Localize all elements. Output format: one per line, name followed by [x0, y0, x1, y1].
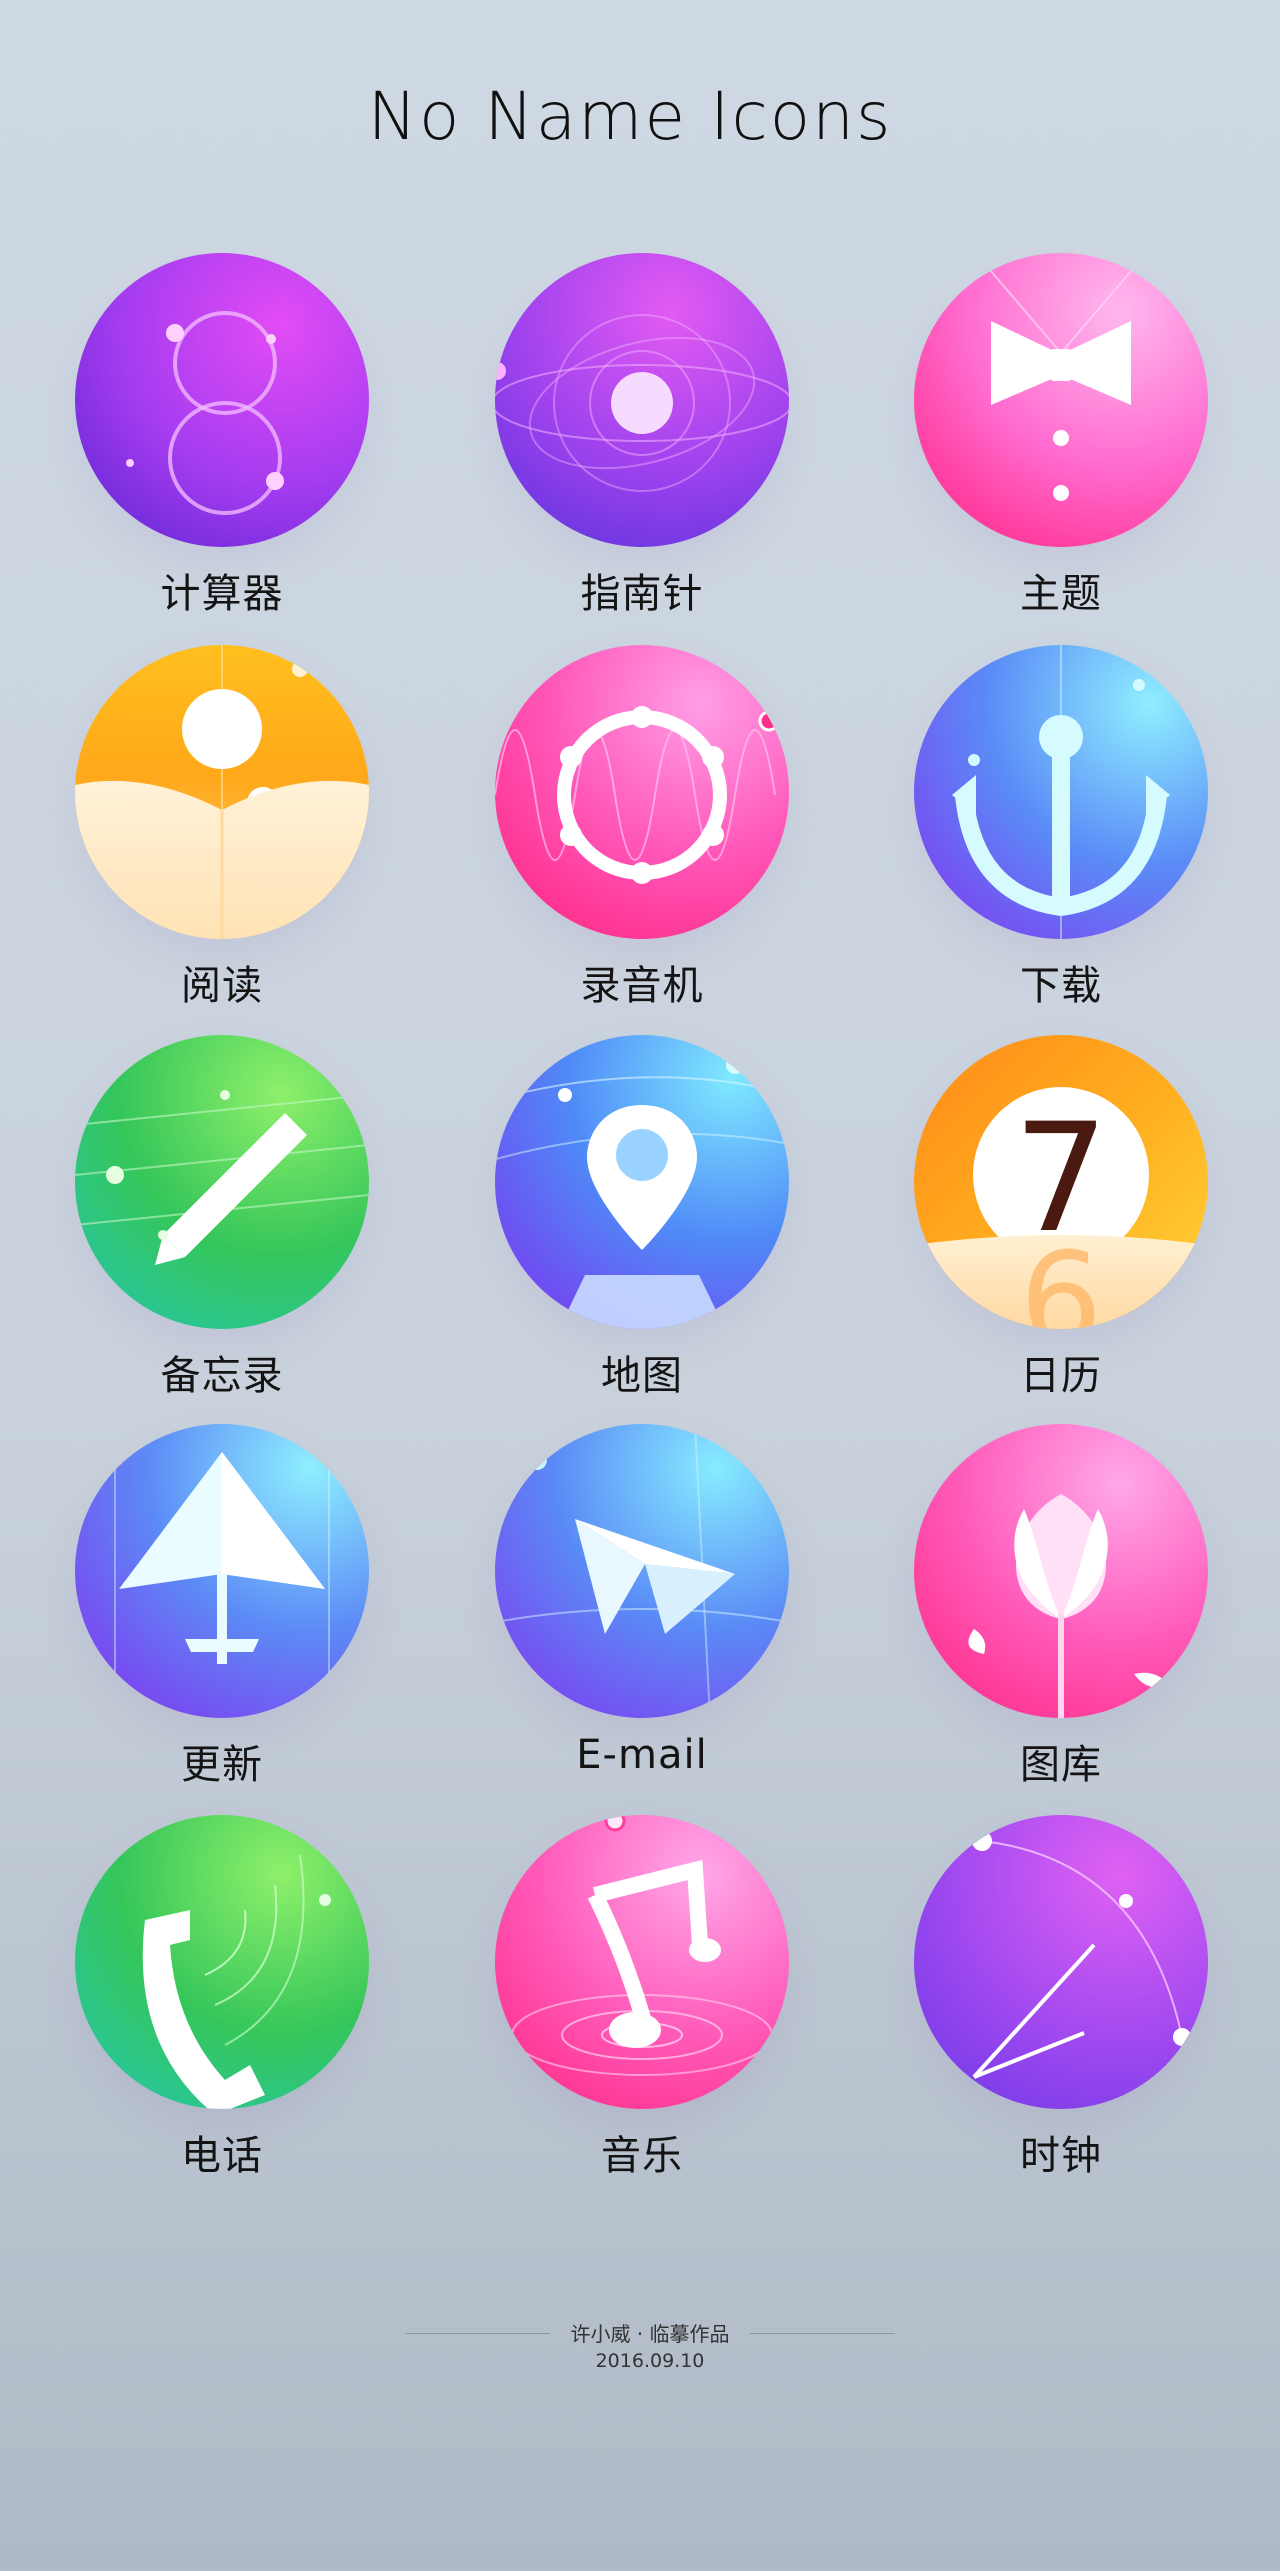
- music-note-icon[interactable]: [495, 1815, 789, 2109]
- compass-icon[interactable]: [495, 253, 789, 547]
- app-download[interactable]: 下载: [914, 645, 1214, 1025]
- reading-label: 阅读: [181, 963, 263, 1009]
- map-label: 地图: [601, 1353, 683, 1399]
- app-recorder[interactable]: 录音机: [495, 645, 795, 1025]
- gallery-flower-icon[interactable]: [914, 1424, 1208, 1718]
- phone-icon[interactable]: [75, 1815, 369, 2109]
- app-clock[interactable]: 时钟: [914, 1815, 1214, 2195]
- app-memo[interactable]: 备忘录: [75, 1035, 375, 1415]
- download-label: 下载: [1020, 963, 1102, 1009]
- email-label: E-mail: [576, 1732, 708, 1778]
- recorder-icon[interactable]: [495, 645, 789, 939]
- app-email[interactable]: E-mail: [495, 1424, 795, 1804]
- reading-book-icon[interactable]: [75, 645, 369, 939]
- app-reading[interactable]: 阅读: [75, 645, 375, 1025]
- calendar-icon[interactable]: 7 6: [914, 1035, 1208, 1329]
- app-update[interactable]: 更新: [75, 1424, 375, 1804]
- phone-label: 电话: [181, 2133, 263, 2179]
- memo-label: 备忘录: [160, 1353, 284, 1399]
- app-calendar[interactable]: 7 6 日历: [914, 1035, 1214, 1415]
- app-map[interactable]: 地图: [495, 1035, 795, 1415]
- theme-bowtie-icon[interactable]: [914, 253, 1208, 547]
- calculator-icon[interactable]: [75, 253, 369, 547]
- app-gallery[interactable]: 图库: [914, 1424, 1214, 1804]
- app-compass[interactable]: 指南针: [495, 253, 795, 633]
- footer-date: 2016.09.10: [595, 2350, 705, 2372]
- map-pin-icon[interactable]: [495, 1035, 789, 1329]
- memo-pen-icon[interactable]: [75, 1035, 369, 1329]
- download-anchor-icon[interactable]: [914, 645, 1208, 939]
- recorder-label: 录音机: [580, 963, 704, 1009]
- app-calculator[interactable]: 计算器: [75, 253, 375, 633]
- gallery-label: 图库: [1020, 1742, 1102, 1788]
- music-label: 音乐: [601, 2133, 683, 2179]
- calendar-label: 日历: [1020, 1353, 1102, 1399]
- update-label: 更新: [181, 1742, 263, 1788]
- calendar-prev-day: 6: [1020, 1224, 1103, 1329]
- app-phone[interactable]: 电话: [75, 1815, 375, 2195]
- clock-label: 时钟: [1020, 2133, 1102, 2179]
- calculator-label: 计算器: [160, 571, 284, 617]
- footer-credit: 许小威 · 临摹作品: [570, 2322, 730, 2346]
- app-music[interactable]: 音乐: [495, 1815, 795, 2195]
- email-paper-plane-icon[interactable]: [495, 1424, 789, 1718]
- app-theme[interactable]: 主题: [914, 253, 1214, 633]
- compass-label: 指南针: [580, 571, 704, 617]
- update-plane-icon[interactable]: [75, 1424, 369, 1718]
- theme-label: 主题: [1020, 571, 1102, 617]
- clock-icon[interactable]: [914, 1815, 1208, 2109]
- icon-grid: 计算器 指南针 主题 阅读 录音机 下载 备忘录 地图 7 6 日历 更新 E-…: [0, 0, 1280, 2200]
